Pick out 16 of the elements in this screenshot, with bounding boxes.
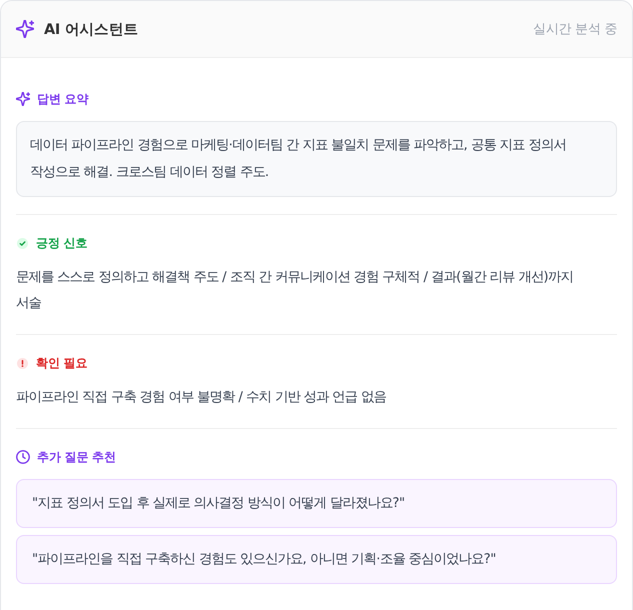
check-icon: [17, 238, 28, 248]
suggested-question[interactable]: "파이프라인을 직접 구축하신 경험도 있으신가요, 아니면 기획·조율 중심이었나요?": [16, 535, 617, 584]
section-text: 문제를 스스로 정의하고 해결책 주도 / 조직 간 커뮤니케이션 경험 구체적 / 결과(월간 리뷰 개선)까지 서술: [16, 269, 574, 313]
section-title: 확인 필요: [36, 355, 88, 371]
section-title: 답변 요약: [37, 91, 88, 107]
panel-title: AI 어시스턴트: [44, 20, 138, 38]
clock-icon: [16, 450, 30, 464]
status-text: 실시간 분석 중: [533, 21, 617, 38]
exclamation-icon: [17, 358, 28, 368]
section-text: 파이프라인 직접 구축 경험 여부 불명확 / 수치 기반 성과 언급 없음: [16, 389, 387, 407]
section-title: 긍정 신호: [36, 235, 88, 251]
summary-card: 데이터 파이프라인 경험으로 마케팅·데이터팀 간 지표 불일치 문제를 파악하고, 공통 지표 정의서 작성으로 해결. 크로스팀 데이터 정렬 주도.: [16, 121, 617, 197]
section-title: 추가 질문 추천: [37, 449, 116, 465]
suggested-question[interactable]: "지표 정의서 도입 후 실제로 의사결정 방식이 어떻게 달라졌나요?": [16, 479, 617, 528]
sparkle-icon: [16, 20, 34, 38]
sparkle-icon: [16, 92, 30, 106]
